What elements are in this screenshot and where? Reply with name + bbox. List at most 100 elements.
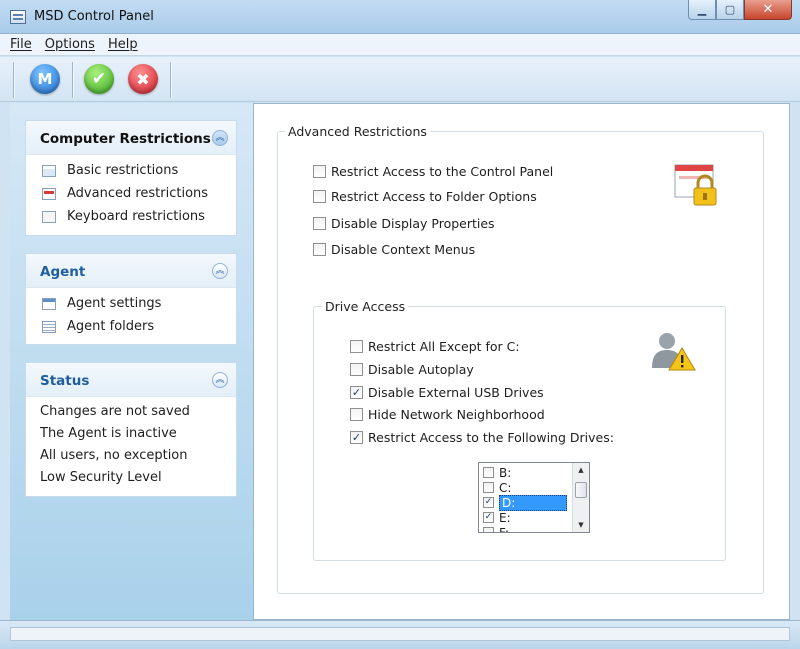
checkbox-restrict-control-panel[interactable]: Restrict Access to the Control Panel [313,164,553,179]
checkbox-hide-network-neighborhood[interactable]: Hide Network Neighborhood [350,407,545,422]
drive-label: B: [499,465,512,480]
checkbox-restrict-following-drives[interactable]: ✓ Restrict Access to the Following Drive… [350,430,614,445]
collapse-icon[interactable]: ︽ [212,372,228,388]
menu-options[interactable]: Options [45,37,95,52]
checkbox[interactable] [350,408,363,421]
toolbar-separator [72,62,73,98]
sidebar-item-label: Agent settings [67,296,162,311]
checkbox[interactable]: ✓ [350,431,363,444]
checkbox[interactable] [313,165,326,178]
scroll-down-icon[interactable]: ▼ [573,518,589,532]
checkbox-label: Disable Display Properties [331,216,495,231]
drive-label: C: [499,480,512,495]
minimize-button[interactable]: ▁ [688,0,716,20]
restricted-window-icon [42,187,56,200]
window-icon [42,164,56,177]
agent-header[interactable]: Agent ︽ [26,254,236,288]
checkbox[interactable] [350,363,363,376]
checkbox-disable-context-menus[interactable]: Disable Context Menus [313,242,475,257]
checkbox[interactable]: ✓ [483,497,494,508]
checkbox-restrict-all-except-c[interactable]: Restrict All Except for C: [350,339,520,354]
sidebar: Computer Restrictions ︽ Basic restrictio… [10,103,253,620]
scroll-up-icon[interactable]: ▲ [573,463,589,477]
checkbox-disable-autoplay[interactable]: Disable Autoplay [350,362,474,377]
drive-label: E: [499,510,511,525]
drive-label: D: [499,494,567,511]
sidebar-item-label: Agent folders [67,319,155,334]
drive-label: F: [499,525,510,533]
agent-card: Agent ︽ Agent settings Agent folders [25,253,237,345]
status-bar [0,620,800,649]
cancel-button[interactable]: ✖ [128,64,158,94]
scroll-thumb[interactable] [575,482,587,498]
sidebar-item-label: Basic restrictions [67,163,179,178]
computer-restrictions-title: Computer Restrictions [40,131,211,147]
window-lock-icon [674,164,717,206]
status-line: All users, no exception [40,448,188,463]
collapse-icon[interactable]: ︽ [212,263,228,279]
window-title: MSD Control Panel [34,9,154,24]
status-line: Changes are not saved [40,404,190,419]
checkbox-label: Disable External USB Drives [368,385,544,400]
drive-list-item[interactable]: F: [483,525,510,533]
checkbox[interactable] [313,217,326,230]
folder-list-icon [42,320,56,333]
checkbox[interactable] [350,340,363,353]
drive-list-item[interactable]: ✓ E: [483,510,511,525]
checkbox-label: Restrict All Except for C: [368,339,520,354]
checkbox-disable-external-usb[interactable]: ✓ Disable External USB Drives [350,385,544,400]
advanced-restrictions-title: Advanced Restrictions [285,124,430,139]
checkbox[interactable] [483,482,494,493]
user-warning-icon [652,333,696,371]
menu-file[interactable]: File [10,37,32,52]
drive-list-scrollbar[interactable]: ▲ ▼ [572,463,589,532]
checkbox-disable-display-properties[interactable]: Disable Display Properties [313,216,495,231]
status-header[interactable]: Status ︽ [26,363,236,397]
checkbox-label: Hide Network Neighborhood [368,407,545,422]
sidebar-item-agent-settings[interactable]: Agent settings [42,296,161,311]
checkbox[interactable] [483,527,494,532]
sidebar-item-basic-restrictions[interactable]: Basic restrictions [42,163,178,178]
checkbox-label: Disable Context Menus [331,242,476,257]
drive-list-item[interactable]: B: [483,465,511,480]
checkbox[interactable]: ✓ [350,386,363,399]
sidebar-item-agent-folders[interactable]: Agent folders [42,319,154,334]
close-button[interactable]: ✕ [744,0,792,20]
sidebar-item-label: Keyboard restrictions [67,209,205,224]
sidebar-item-keyboard-restrictions[interactable]: Keyboard restrictions [42,209,205,224]
drive-list[interactable]: B: C: ✓ D: ✓ E: F: ▲ ▼ [478,462,590,533]
checkbox[interactable] [313,190,326,203]
keyboard-icon [42,210,56,223]
app-icon [10,10,26,24]
toolbar-separator [170,62,171,98]
checkbox[interactable] [483,467,494,478]
status-line: The Agent is inactive [40,426,177,441]
collapse-icon[interactable]: ︽ [212,130,228,146]
title-bar: MSD Control Panel ▁ ▢ ✕ [0,0,800,34]
drive-list-item[interactable]: C: [483,480,511,495]
sidebar-item-label: Advanced restrictions [67,186,209,201]
drive-access-title: Drive Access [322,299,409,314]
status-card: Status ︽ Changes are not saved The Agent… [25,362,237,497]
checkbox[interactable]: ✓ [483,512,494,523]
m-logo-button[interactable]: M [30,64,60,94]
checkbox-label: Restrict Access to Folder Options [331,189,537,204]
menu-bar: File Options Help [0,34,800,56]
checkbox-label: Disable Autoplay [368,362,474,377]
sidebar-item-advanced-restrictions[interactable]: Advanced restrictions [42,186,208,201]
computer-restrictions-header[interactable]: Computer Restrictions ︽ [26,121,236,155]
computer-restrictions-card: Computer Restrictions ︽ Basic restrictio… [25,120,237,236]
settings-window-icon [42,297,56,310]
checkbox-label: Restrict Access to the Control Panel [331,164,554,179]
agent-title: Agent [40,264,86,280]
drive-list-item-selected[interactable]: ✓ D: [483,494,567,511]
menu-help[interactable]: Help [108,37,138,52]
checkbox-restrict-folder-options[interactable]: Restrict Access to Folder Options [313,189,537,204]
apply-button[interactable]: ✔ [84,64,114,94]
maximize-button[interactable]: ▢ [716,0,744,20]
checkbox-label: Restrict Access to the Following Drives: [368,430,614,445]
window-controls: ▁ ▢ ✕ [688,0,792,20]
toolbar: M ✔ ✖ [0,57,800,102]
checkbox[interactable] [313,243,326,256]
main-panel: Advanced Restrictions Restrict Access to… [253,103,790,620]
